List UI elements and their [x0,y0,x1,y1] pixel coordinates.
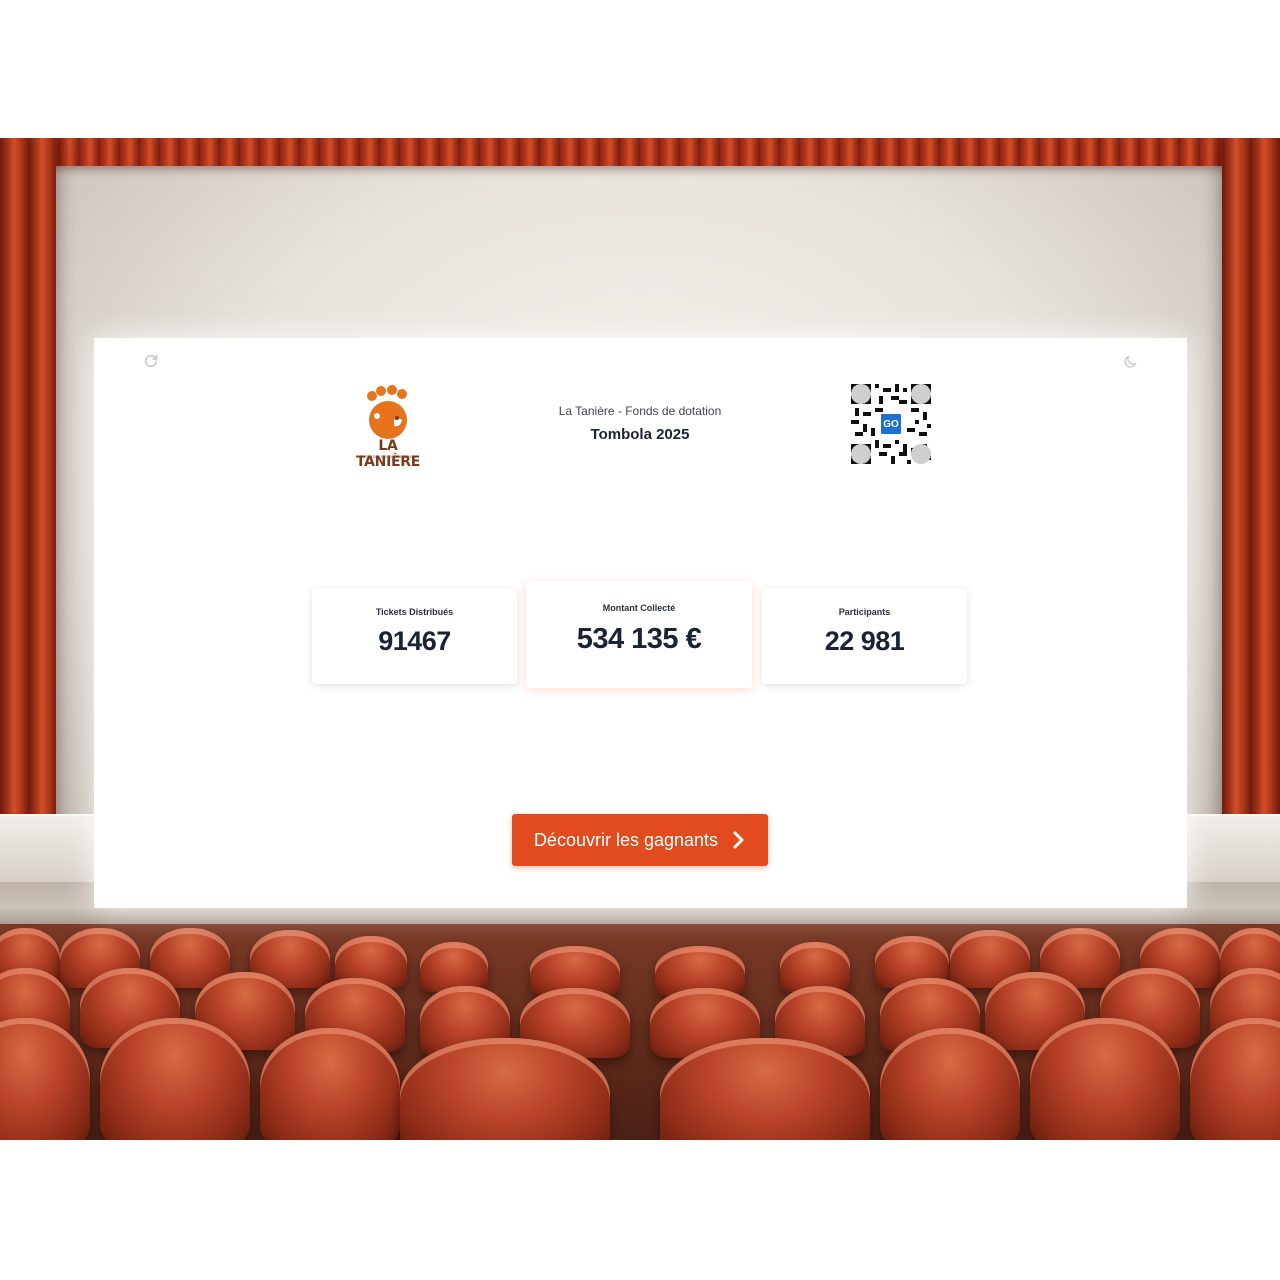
bear-paw-icon [367,385,407,439]
refresh-icon[interactable] [142,352,160,370]
qr-go-badge: GO [879,412,903,436]
discover-winners-button[interactable]: Découvrir les gagnants [512,814,768,866]
seat [1030,1018,1180,1140]
stat-value: 22 981 [824,626,905,656]
stat-value: 91467 [378,626,451,656]
moon-icon[interactable] [1121,353,1139,371]
curtain-valance [0,138,1280,166]
theatre-background: LA TANIÈRE FONDS DE DOTATION La Tanière … [0,138,1280,1140]
stat-label: Montant Collecté [602,603,676,613]
projection-screen: LA TANIÈRE FONDS DE DOTATION La Tanière … [94,338,1187,908]
curtain-right [1222,138,1280,850]
seat [780,942,850,992]
seat [880,1028,1020,1140]
stat-card-tickets: Tickets Distribués 91467 [312,588,517,684]
seat [420,942,488,992]
seat [660,1038,870,1140]
logo-subtext: FONDS DE DOTATION [362,454,414,459]
discover-winners-label: Découvrir les gagnants [533,829,719,850]
seat [260,1028,400,1140]
event-title: Tombola 2025 [590,426,690,443]
stat-value: 534 135 € [576,623,702,655]
chevron-right-icon [732,830,746,850]
seat [100,1018,250,1140]
stat-card-participants: Participants 22 981 [762,588,967,684]
la-taniere-logo: LA TANIÈRE FONDS DE DOTATION [348,384,428,470]
organization-name: La Tanière - Fonds de dotation [558,404,722,418]
qr-code[interactable]: GO [851,384,931,464]
curtain-left [0,138,56,850]
stat-card-amount: Montant Collecté 534 135 € [526,581,752,688]
stat-label: Participants [838,607,891,617]
stat-label: Tickets Distribués [375,607,454,617]
seat [400,1038,610,1140]
